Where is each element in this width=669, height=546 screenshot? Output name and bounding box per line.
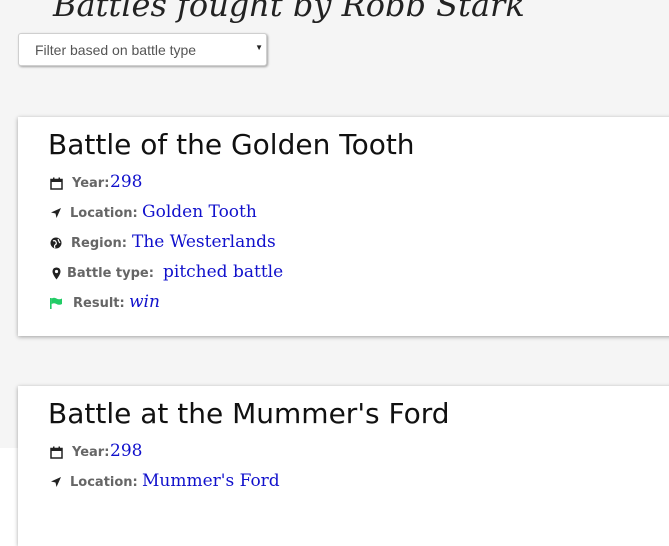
dropdown-arrow-icon: ▼ xyxy=(255,43,263,52)
result-value: win xyxy=(129,292,160,312)
filter-selected-value: Filter based on battle type xyxy=(35,42,197,58)
result-label: Result: xyxy=(73,296,125,311)
year-label: Year: xyxy=(72,176,110,191)
battle-title: Battle of the Golden Tooth xyxy=(48,128,415,161)
location-arrow-icon xyxy=(48,474,64,490)
battle-type-label: Battle type: xyxy=(67,266,154,281)
globe-icon xyxy=(48,235,64,251)
region-label: Region: xyxy=(71,236,127,251)
battle-card: Battle of the Golden Tooth Year: 298 Loc… xyxy=(18,117,669,336)
location-label: Location: xyxy=(70,206,138,221)
location-value: Golden Tooth xyxy=(142,202,257,222)
battle-card: Battle at the Mummer's Ford Year: 298 Lo… xyxy=(18,386,669,546)
battle-type-filter-select[interactable]: Filter based on battle type ▼ xyxy=(18,33,267,66)
region-value: The Westerlands xyxy=(132,232,276,252)
location-label: Location: xyxy=(70,475,138,490)
year-label: Year: xyxy=(72,445,110,460)
location-arrow-icon xyxy=(48,205,64,221)
flag-icon xyxy=(48,295,64,311)
calendar-icon xyxy=(48,444,64,460)
year-value: 298 xyxy=(110,441,143,461)
battle-type-value: pitched battle xyxy=(163,262,284,282)
map-marker-icon xyxy=(48,265,64,281)
page-title: Battles fought by Robb Stark xyxy=(53,0,525,24)
battle-title: Battle at the Mummer's Ford xyxy=(48,397,450,430)
location-value: Mummer's Ford xyxy=(142,471,280,491)
year-value: 298 xyxy=(110,172,143,192)
calendar-icon xyxy=(48,175,64,191)
